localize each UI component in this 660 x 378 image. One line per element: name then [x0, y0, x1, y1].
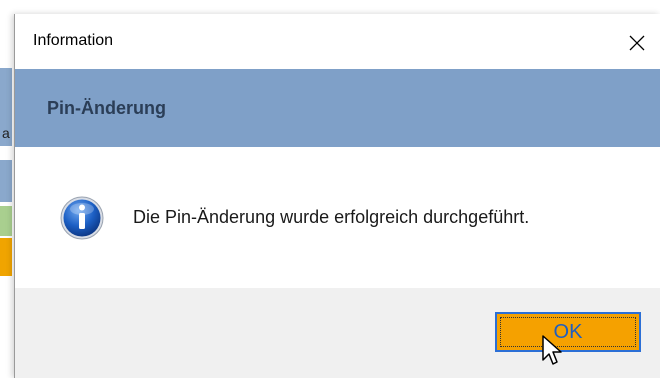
dialog-header-band: Pin-Änderung [15, 69, 660, 147]
dialog-header-title: Pin-Änderung [47, 98, 166, 118]
ok-button[interactable]: OK [495, 312, 641, 352]
background-app-text: a [2, 125, 10, 141]
close-icon [629, 35, 645, 51]
dialog-content: Die Pin-Änderung wurde erfolgreich durch… [15, 147, 660, 288]
background-app-row-orange [0, 238, 12, 276]
screen: a Information Pin-Änderung Die Pin-Änder… [0, 0, 660, 378]
mouse-cursor-icon [542, 335, 562, 365]
dialog-title: Information [33, 32, 114, 49]
close-button[interactable] [614, 22, 660, 64]
dialog-titlebar: Information [15, 14, 660, 69]
info-icon [60, 196, 104, 240]
background-app-row [0, 160, 12, 202]
information-dialog: Information Pin-Änderung Die Pin-Änderun… [14, 14, 660, 378]
dialog-message: Die Pin-Änderung wurde erfolgreich durch… [133, 207, 530, 227]
background-app-row-green [0, 206, 12, 236]
